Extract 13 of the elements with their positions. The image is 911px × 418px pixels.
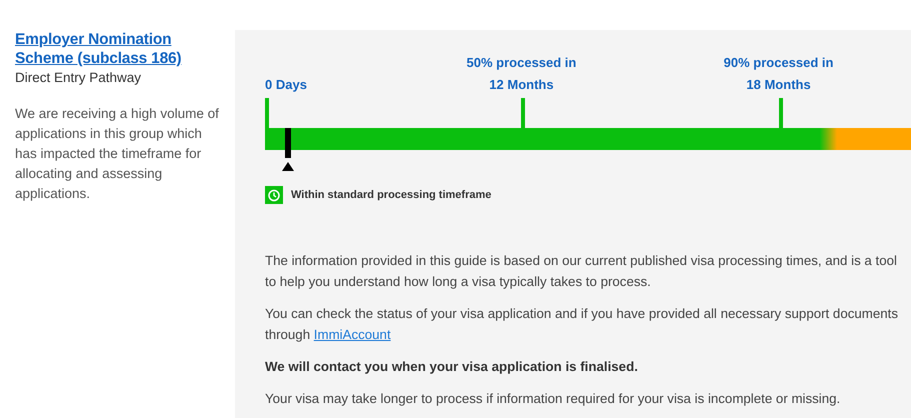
info-paragraph: The information provided in this guide is based on our current published visa processing times, and is a tool to help you understand how long a visa typically takes to process. [265, 252, 898, 291]
status-text: Within standard processing timeframe [291, 189, 492, 201]
stream-label: Direct Entry Pathway [15, 70, 142, 85]
info-paragraph: Your visa may take longer to process if information required for your visa is incomplete or missing. [265, 390, 842, 408]
contact-notice: We will contact you when your visa application is finalised. [265, 358, 639, 376]
milestone-label: 90% processed in 18 Months [722, 54, 834, 94]
timer-icon [265, 186, 283, 204]
milestone-label: 0 Days [265, 76, 308, 94]
milestone-label: 50% processed in 12 Months [466, 54, 578, 94]
visa-title-link[interactable]: Employer Nomination Scheme (subclass 186) [15, 30, 215, 68]
info-paragraph: You can check the status of your visa application and if you have provided all necessary support documents through ImmiAccount [265, 305, 899, 344]
notice-text: We are receiving a high volume of applications in this group which has impacted the timeframe for allocating and assessing applications. [15, 105, 220, 203]
immiaccount-link[interactable]: ImmiAccount [314, 327, 391, 342]
